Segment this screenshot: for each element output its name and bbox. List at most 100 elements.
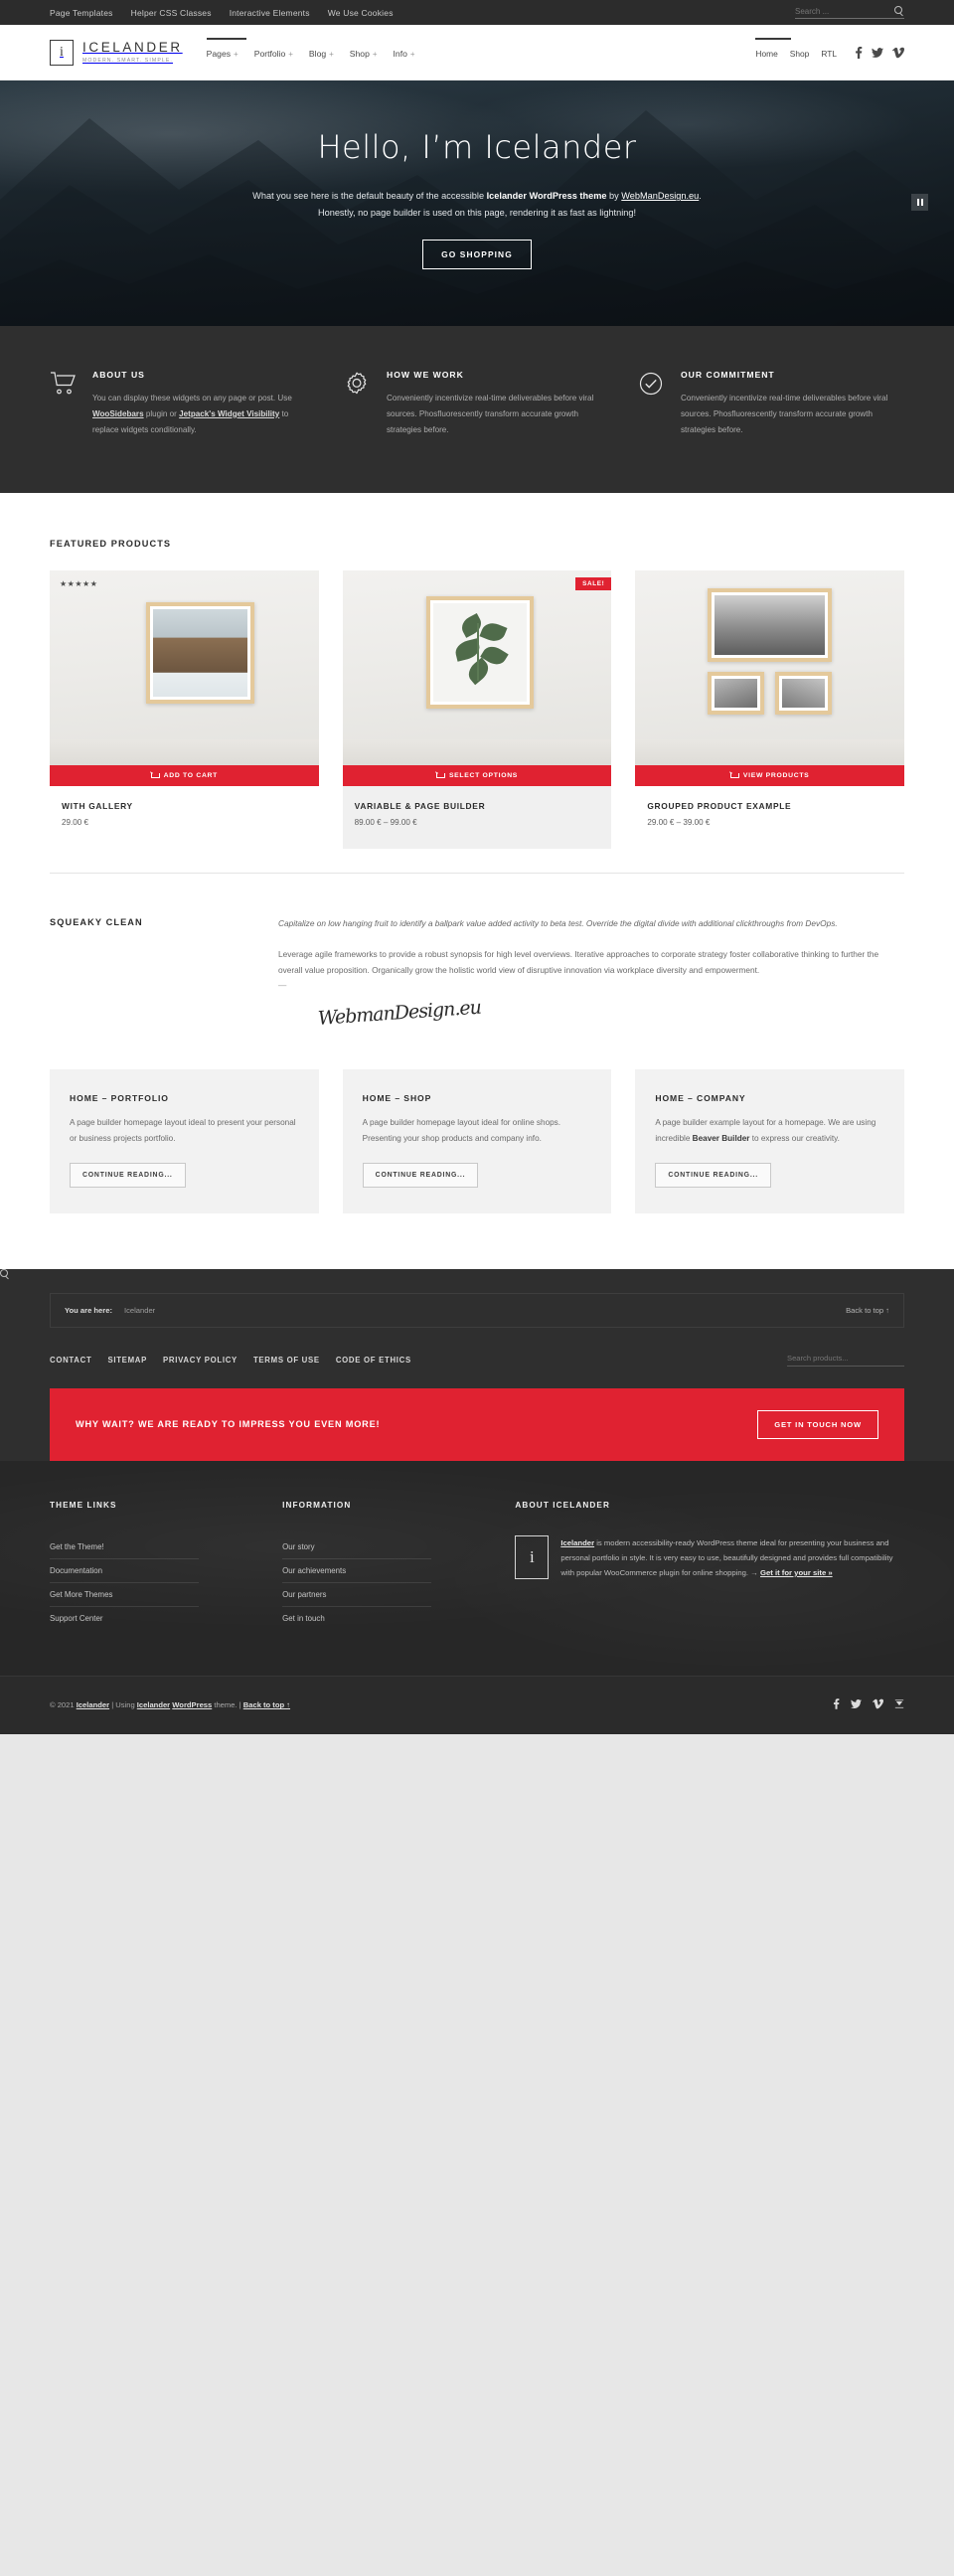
nav-item-portfolio[interactable]: Portfolio + (254, 49, 293, 59)
secnav-item-home[interactable]: Home (755, 49, 777, 59)
nav-item-pages[interactable]: Pages + (207, 49, 238, 59)
continue-reading-button[interactable]: CONTINUE READING... (655, 1162, 771, 1188)
nav-label: Shop (349, 49, 370, 59)
facebook-icon[interactable] (833, 1696, 840, 1714)
copyright-link-wordpress[interactable]: WordPress (172, 1700, 212, 1709)
widget-link-jetpack[interactable]: Jetpack's Widget Visibility (179, 409, 279, 418)
go-shopping-button[interactable]: GO SHOPPING (422, 240, 532, 270)
hero-paragraph: What you see here is the default beauty … (243, 188, 711, 222)
card-text: A page builder homepage layout ideal to … (70, 1117, 296, 1143)
footer-item-documentation[interactable]: Documentation (50, 1559, 199, 1583)
pause-icon[interactable] (911, 194, 928, 211)
product-card-with-gallery[interactable]: ★★★★★ ADD TO CART WITH GALLERY 29.00 € (50, 570, 319, 849)
footer-links-row: CONTACT SITEMAP PRIVACY POLICY TERMS OF … (50, 1328, 904, 1367)
footer-link-sitemap[interactable]: SITEMAP (107, 1356, 147, 1365)
copyright-link-icelander-2[interactable]: Icelander (137, 1700, 170, 1709)
copyright-back-to-top[interactable]: Back to top ↑ (243, 1700, 290, 1709)
search-icon[interactable] (894, 6, 904, 16)
picture-frame-small-right (775, 672, 832, 716)
picture-cabin (153, 608, 247, 697)
about-body: is modern accessibility-ready WordPress … (560, 1537, 893, 1577)
product-image[interactable]: SALE! (342, 570, 612, 766)
topbar-link-page-templates[interactable]: Page Templates (50, 8, 113, 18)
facebook-icon[interactable] (855, 46, 863, 59)
card-title: HOME – SHOP (362, 1092, 432, 1103)
topbar-link-helper-css-classes[interactable]: Helper CSS Classes (131, 8, 212, 18)
continue-reading-button[interactable]: CONTINUE READING... (70, 1162, 186, 1188)
hero-link-webmandesign[interactable]: WebManDesign.eu (621, 191, 699, 201)
hero-slider: Hello, I’m Icelander What you see here i… (0, 80, 954, 326)
topbar-search-input[interactable] (795, 6, 894, 16)
secondary-navigation: Home Shop RTL (755, 38, 837, 59)
vimeo-icon[interactable] (892, 47, 904, 59)
product-image[interactable]: ★★★★★ (50, 570, 319, 766)
chevron-plus-icon: + (329, 50, 334, 59)
topbar-link-we-use-cookies[interactable]: We Use Cookies (328, 8, 394, 18)
continue-reading-button[interactable]: CONTINUE READING... (362, 1162, 479, 1188)
footer-column-list: Get the Theme! Documentation Get More Th… (50, 1535, 254, 1630)
widget-link-woosidebars[interactable]: WooSidebars (92, 409, 144, 418)
picture-frame (425, 595, 534, 710)
footer-item-get-more-themes[interactable]: Get More Themes (50, 1583, 199, 1607)
widget-title: HOW WE WORK (387, 370, 464, 380)
nav-item-shop[interactable]: Shop + (350, 49, 378, 59)
cart-icon (150, 772, 160, 779)
picture-frame-large (708, 587, 832, 663)
footer-link-privacy-policy[interactable]: PRIVACY POLICY (163, 1356, 238, 1365)
nav-item-info[interactable]: Info + (394, 49, 415, 59)
footer-item-our-partners[interactable]: Our partners (282, 1583, 432, 1607)
widget-how-we-work: HOW WE WORK Conveniently incentivize rea… (344, 370, 610, 437)
gear-icon (344, 370, 374, 437)
page-root: Page Templates Helper CSS Classes Intera… (0, 0, 954, 1764)
vimeo-icon[interactable] (873, 1696, 884, 1714)
back-to-top-link[interactable]: Back to top ↑ (846, 1306, 889, 1315)
twitter-icon[interactable] (872, 47, 883, 59)
product-card-grouped-product-example[interactable]: VIEW PRODUCTS GROUPED PRODUCT EXAMPLE 29… (635, 570, 905, 849)
logo-mark-icon: i (515, 1534, 550, 1579)
rating-stars: ★★★★★ (60, 579, 98, 589)
add-to-cart-button[interactable]: ADD TO CART (50, 765, 319, 787)
footer-link-contact[interactable]: CONTACT (50, 1356, 91, 1365)
widget-body: Conveniently incentivize real-time deliv… (681, 394, 888, 434)
topbar-search[interactable] (795, 6, 904, 19)
footer-item-our-story[interactable]: Our story (282, 1535, 432, 1559)
footer-column-title: ABOUT ICELANDER (515, 1500, 610, 1510)
copyright-link-icelander-1[interactable]: Icelander (77, 1700, 109, 1709)
select-options-button[interactable]: SELECT OPTIONS (342, 765, 612, 787)
get-in-touch-button[interactable]: GET IN TOUCH NOW (757, 1409, 878, 1439)
footer-link-code-of-ethics[interactable]: CODE OF ETHICS (336, 1356, 411, 1365)
site-logo[interactable]: i ICELANDER MODERN. SMART. SIMPLE. (50, 39, 183, 66)
product-card-variable-page-builder[interactable]: SALE! SELECT OPTIONS VARIABLE & PAGE BUI… (342, 570, 612, 850)
about-cta-link[interactable]: Get it for your site » (760, 1568, 833, 1577)
sale-badge: SALE! (575, 577, 612, 591)
nav-label: Info (393, 49, 407, 59)
footer-item-get-the-theme[interactable]: Get the Theme! (50, 1535, 199, 1559)
footer-item-support-center[interactable]: Support Center (50, 1607, 199, 1630)
twitter-icon[interactable] (851, 1696, 862, 1714)
widget-title: OUR COMMITMENT (681, 370, 775, 380)
chevron-plus-icon: + (234, 50, 238, 59)
footer-item-our-achievements[interactable]: Our achievements (282, 1559, 432, 1583)
nav-item-blog[interactable]: Blog + (309, 49, 334, 59)
squeaky-body: Leverage agile frameworks to provide a r… (278, 948, 879, 975)
hero-heading: Hello, I’m Icelander (317, 128, 637, 166)
card-body: A page builder homepage layout ideal to … (70, 1115, 299, 1147)
footer-product-search[interactable] (787, 1353, 904, 1367)
squeaky-lead: Capitalize on low hanging fruit to ident… (278, 918, 838, 929)
secnav-item-rtl[interactable]: RTL (821, 49, 837, 59)
chevron-plus-icon: + (372, 50, 378, 59)
footer-item-get-in-touch[interactable]: Get in touch (282, 1607, 431, 1630)
card-title: HOME – COMPANY (655, 1092, 746, 1103)
footer-link-terms-of-use[interactable]: TERMS OF USE (253, 1356, 320, 1365)
view-products-button[interactable]: VIEW PRODUCTS (635, 765, 905, 787)
top-bar-nav: Page Templates Helper CSS Classes Intera… (50, 8, 394, 18)
secnav-item-shop[interactable]: Shop (790, 49, 810, 59)
section-title-featured-products: FEATURED PRODUCTS (50, 539, 172, 550)
footer-search-input[interactable] (787, 1353, 904, 1363)
card-bold: Beaver Builder (692, 1133, 750, 1143)
about-link-icelander[interactable]: Icelander (560, 1538, 594, 1547)
top-icon[interactable] (894, 1696, 904, 1714)
button-label: VIEW PRODUCTS (742, 772, 810, 780)
topbar-link-interactive-elements[interactable]: Interactive Elements (230, 8, 310, 18)
product-image[interactable] (635, 570, 905, 766)
